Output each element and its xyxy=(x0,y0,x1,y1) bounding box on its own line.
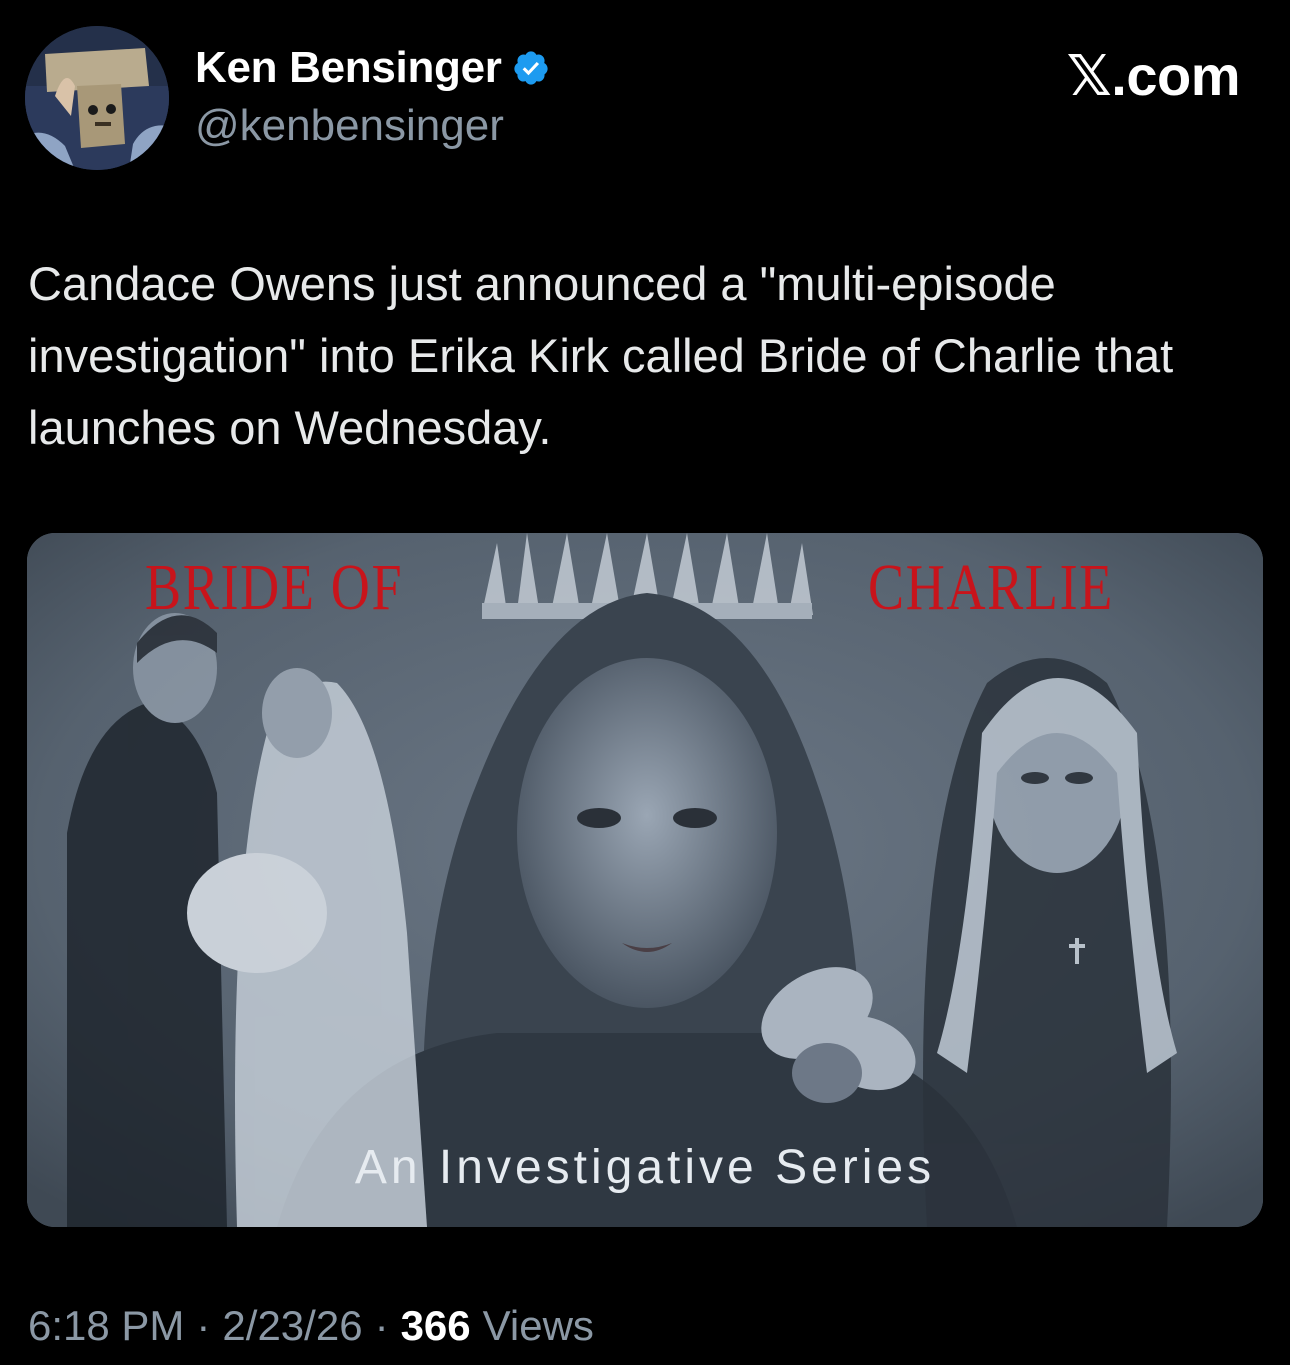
tweet-metadata: 6:18 PM · 2/23/26 · 366 Views xyxy=(28,1300,594,1352)
tweet-date[interactable]: 2/23/26 xyxy=(222,1300,362,1352)
poster-title-right: CHARLIE xyxy=(868,551,1114,624)
author-avatar[interactable] xyxy=(25,26,169,170)
tweet-time[interactable]: 6:18 PM xyxy=(28,1300,184,1352)
meta-separator: · xyxy=(196,1302,211,1349)
avatar-photo xyxy=(25,26,169,170)
tweet-media-image[interactable] xyxy=(27,533,1263,1227)
poster-title-left: BRIDE OF xyxy=(145,551,404,624)
brand-label: .com xyxy=(1111,44,1240,107)
author-handle[interactable]: @kenbensinger xyxy=(195,100,504,152)
verified-badge-icon xyxy=(514,51,548,85)
poster-subtitle: An Investigative Series xyxy=(354,1141,936,1194)
author-name-row[interactable]: Ken Bensinger xyxy=(195,42,550,94)
views-count[interactable]: 366 xyxy=(401,1300,471,1352)
tweet-text: Candace Owens just announced a "multi-ep… xyxy=(28,257,1174,454)
poster-artwork xyxy=(27,533,1263,1227)
x-com-watermark: 𝕏.com xyxy=(1066,44,1241,109)
author-display-name[interactable]: Ken Bensinger xyxy=(195,42,502,94)
views-label[interactable]: Views xyxy=(483,1300,594,1352)
meta-separator: · xyxy=(374,1302,389,1349)
x-logo-icon: 𝕏 xyxy=(1066,44,1112,109)
